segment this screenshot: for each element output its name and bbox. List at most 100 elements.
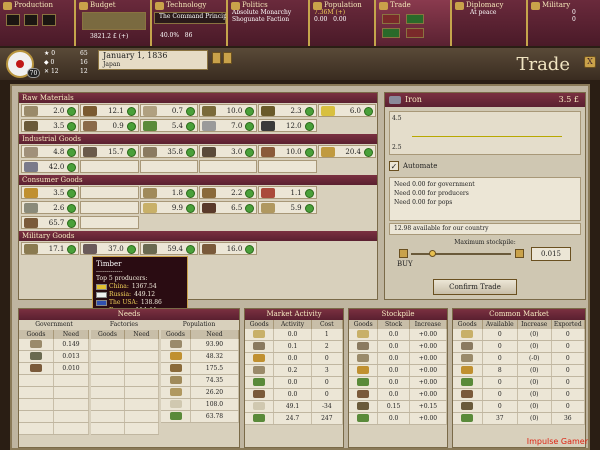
table-row[interactable]: 0.0 1 (245, 329, 343, 341)
table-row[interactable]: 0.0 0 (245, 353, 343, 365)
good-cell[interactable]: 2.3 (258, 104, 317, 117)
good-cell[interactable]: 3.5 (21, 186, 80, 199)
table-row[interactable]: 8 (0) 0 (453, 365, 586, 377)
good-cell[interactable]: 65.7 (21, 216, 80, 229)
good-cell[interactable]: 3.5 (21, 119, 80, 132)
good-cell[interactable] (258, 160, 317, 173)
good-cell[interactable]: 20.4 (317, 145, 376, 158)
slider-right-arrow-icon[interactable] (515, 249, 524, 258)
automate-trade-icon[interactable] (304, 107, 314, 116)
automate-trade-icon[interactable] (245, 245, 255, 254)
table-row[interactable]: 0 (0) 0 (453, 377, 586, 389)
good-cell[interactable]: 12.1 (80, 104, 139, 117)
automate-trade-icon[interactable] (304, 122, 314, 131)
automate-trade-icon[interactable] (67, 245, 77, 254)
table-row[interactable]: 108.0 (161, 399, 239, 411)
tab-politics[interactable]: Politics Absolute Monarchy Shogunate Fac… (228, 0, 310, 46)
table-row[interactable]: 49.1 -34 (245, 401, 343, 413)
table-row[interactable]: 0.0 +0.00 (349, 341, 447, 353)
good-cell[interactable] (139, 160, 198, 173)
automate-trade-icon[interactable] (126, 148, 136, 157)
automate-trade-icon[interactable] (67, 122, 77, 131)
table-row[interactable]: 63.78 (161, 411, 239, 423)
good-cell[interactable] (198, 160, 258, 173)
good-cell[interactable]: 2.0 (21, 104, 80, 117)
good-cell[interactable]: 12.0 (258, 119, 317, 132)
good-cell[interactable]: 1.8 (139, 186, 198, 199)
table-row[interactable]: 24.7 247 (245, 413, 343, 425)
automate-trade-icon[interactable] (245, 148, 255, 157)
close-button[interactable]: X (584, 56, 596, 68)
automate-trade-icon[interactable] (185, 107, 195, 116)
automate-trade-icon[interactable] (185, 122, 195, 131)
tab-population[interactable]: Population 7.36M (+) 0.00 0.00 (310, 0, 376, 46)
table-row[interactable]: 0.0 +0.00 (349, 353, 447, 365)
automate-trade-icon[interactable] (245, 107, 255, 116)
good-cell[interactable]: 4.8 (21, 145, 80, 158)
good-cell[interactable]: 5.4 (139, 119, 198, 132)
table-row[interactable]: 0.0 0 (245, 377, 343, 389)
good-cell[interactable]: 5.9 (258, 201, 317, 214)
good-cell[interactable]: 15.7 (80, 145, 139, 158)
good-cell[interactable]: 35.8 (139, 145, 198, 158)
table-row[interactable]: 0 (0) 0 (453, 401, 586, 413)
table-row[interactable]: 0.0 +0.00 (349, 389, 447, 401)
table-row[interactable]: 0.010 (19, 363, 89, 375)
good-cell[interactable]: 37.0 (80, 242, 139, 255)
automate-toggle[interactable]: ✓ Automate (389, 159, 581, 173)
good-cell[interactable]: 7.0 (198, 119, 258, 132)
good-cell[interactable]: 0.9 (80, 119, 139, 132)
automate-trade-icon[interactable] (185, 189, 195, 198)
speed-down-button[interactable] (212, 52, 221, 64)
good-cell[interactable]: 16.0 (198, 242, 258, 255)
table-row[interactable]: 0.0 +0.00 (349, 329, 447, 341)
automate-trade-icon[interactable] (126, 107, 136, 116)
good-cell[interactable]: 2.2 (198, 186, 258, 199)
good-cell[interactable] (80, 186, 139, 199)
tab-budget[interactable]: Budget 3821.2 £ (+) (76, 0, 152, 46)
good-cell[interactable]: 10.0 (198, 104, 258, 117)
table-row[interactable]: 0.0 0 (245, 389, 343, 401)
automate-trade-icon[interactable] (67, 219, 77, 228)
automate-trade-icon[interactable] (245, 122, 255, 131)
slider-left-arrow-icon[interactable] (399, 249, 408, 258)
tab-military[interactable]: Military 0 0 (528, 0, 600, 46)
table-row[interactable]: 93.90 (161, 339, 239, 351)
table-row[interactable]: 0.149 (19, 339, 89, 351)
table-row[interactable]: 0.013 (19, 351, 89, 363)
automate-trade-icon[interactable] (67, 189, 77, 198)
table-row[interactable]: 37 (0) 36 (453, 413, 586, 425)
stockpile-value-field[interactable]: 0.015 (531, 247, 571, 261)
automate-trade-icon[interactable] (185, 245, 195, 254)
good-cell[interactable]: 17.1 (21, 242, 80, 255)
automate-trade-icon[interactable] (67, 148, 77, 157)
table-row[interactable]: 0.15 +0.15 (349, 401, 447, 413)
table-row[interactable]: 0.0 +0.00 (349, 377, 447, 389)
table-row[interactable]: 175.5 (161, 363, 239, 375)
table-row[interactable]: 74.35 (161, 375, 239, 387)
automate-trade-icon[interactable] (126, 122, 136, 131)
automate-trade-icon[interactable] (126, 245, 136, 254)
automate-trade-icon[interactable] (304, 148, 314, 157)
tab-diplomacy[interactable]: Diplomacy At peace (452, 0, 528, 46)
automate-trade-icon[interactable] (185, 204, 195, 213)
stockpile-slider[interactable]: 0.015 BUY (389, 247, 581, 268)
automate-trade-icon[interactable] (67, 107, 77, 116)
tab-production[interactable]: Production (0, 0, 76, 46)
automate-trade-icon[interactable] (245, 204, 255, 213)
good-cell[interactable] (80, 160, 139, 173)
tab-technology[interactable]: Technology The Command Principle 40.0% 8… (152, 0, 228, 46)
table-row[interactable]: 0 (0) 0 (453, 389, 586, 401)
table-row[interactable]: 0.0 +0.00 (349, 413, 447, 425)
automate-checkbox[interactable]: ✓ (389, 161, 399, 171)
good-cell[interactable]: 9.9 (139, 201, 198, 214)
table-row[interactable]: 0 (0) 0 (453, 329, 586, 341)
good-cell[interactable]: 3.0 (198, 145, 258, 158)
automate-trade-icon[interactable] (304, 189, 314, 198)
good-cell[interactable]: 10.0 (258, 145, 317, 158)
good-cell[interactable] (80, 201, 139, 214)
table-row[interactable]: 0.0 +0.00 (349, 365, 447, 377)
automate-trade-icon[interactable] (304, 204, 314, 213)
table-row[interactable]: 48.32 (161, 351, 239, 363)
good-cell[interactable]: 2.6 (21, 201, 80, 214)
